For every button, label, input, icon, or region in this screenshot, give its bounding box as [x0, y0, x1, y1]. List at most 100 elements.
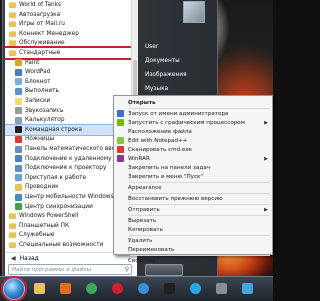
- program-label: Командная строка: [25, 126, 82, 133]
- taskbar-button[interactable]: [212, 280, 230, 297]
- taskbar-button[interactable]: [56, 280, 74, 297]
- app-icon: [15, 87, 22, 95]
- program-label: Игры от Mail.ru: [19, 21, 65, 28]
- menu-item-icon: [117, 164, 124, 171]
- app-icon: [15, 155, 22, 163]
- program-label: Автозагрузка: [19, 11, 61, 18]
- context-menu-item[interactable]: Edit with Notepad++: [114, 136, 272, 145]
- taskbar-button[interactable]: [134, 280, 152, 297]
- context-menu-item[interactable]: Запустить с графическим процессором ▶: [114, 118, 272, 127]
- menu-item-label: Переименовать: [128, 246, 175, 253]
- menu-item-label: Открыть: [128, 99, 156, 106]
- program-folder[interactable]: Обслуживание: [5, 38, 137, 48]
- search-placeholder[interactable]: Найти программы и файлы: [9, 267, 123, 273]
- folder-icon: [9, 232, 16, 239]
- taskbar-button[interactable]: [186, 280, 204, 297]
- context-menu-item[interactable]: Расположение файла: [114, 127, 272, 136]
- program-label: Служебные: [19, 232, 55, 239]
- menu-item-icon: [117, 257, 124, 264]
- zona-icon: [137, 283, 149, 294]
- taskbar-button[interactable]: [238, 280, 256, 297]
- program-folder[interactable]: Игры от Mail.ru: [5, 19, 137, 29]
- submenu-arrow-icon: ▶: [264, 119, 268, 126]
- context-menu-item[interactable]: Свойства: [114, 256, 272, 265]
- app-icon: [15, 97, 22, 105]
- taskbar-button[interactable]: [82, 280, 100, 297]
- folder-icon: [9, 213, 16, 220]
- menu-item-icon: [117, 155, 124, 162]
- media-player-icon: [59, 283, 71, 294]
- folder-icon: [9, 2, 16, 8]
- menu-item-icon: [117, 137, 124, 144]
- program-label: Коннект Менеджер: [19, 30, 79, 37]
- folder-icon: [9, 50, 16, 56]
- taskbar-button[interactable]: [108, 280, 126, 297]
- program-label: Звукозапись: [25, 107, 64, 114]
- app-icon: [15, 145, 22, 153]
- context-menu-item[interactable]: Запуск от имени администратора: [114, 109, 272, 118]
- taskbar-button[interactable]: [160, 280, 178, 297]
- menu-item-icon: [117, 110, 124, 117]
- game-icon: [215, 283, 227, 294]
- context-menu-item[interactable]: Отправить ▶: [114, 205, 272, 214]
- context-menu-item[interactable]: Копировать: [114, 225, 272, 234]
- program-label: Специальные возможности: [19, 242, 104, 248]
- context-menu-item[interactable]: Сканировать cmd.exe: [114, 145, 272, 154]
- menu-item-label: Вырезать: [128, 217, 157, 224]
- submenu-arrow-icon: ▶: [264, 206, 268, 213]
- program-folder[interactable]: Коннект Менеджер: [5, 29, 137, 39]
- context-menu-item[interactable]: Открыть: [114, 98, 272, 107]
- program-item[interactable]: WordPad: [5, 67, 137, 77]
- right-item-user[interactable]: User: [145, 44, 158, 50]
- app-icon: [15, 135, 22, 143]
- start-button[interactable]: [3, 278, 25, 300]
- program-folder[interactable]: World of Tanks: [5, 0, 137, 10]
- skype-icon: [189, 283, 201, 294]
- right-item-documents[interactable]: Документы: [145, 58, 180, 64]
- app-icon: [15, 183, 22, 191]
- menu-item-icon: [117, 119, 124, 126]
- context-menu-item[interactable]: Закрепить в меню "Пуск": [114, 172, 272, 181]
- app-icon: [15, 203, 22, 211]
- right-item-music[interactable]: Музыка: [145, 86, 168, 92]
- user-picture[interactable]: [183, 1, 205, 23]
- program-folder[interactable]: Автозагрузка: [5, 10, 137, 20]
- context-menu-item[interactable]: Appearance: [114, 183, 272, 192]
- program-label: Центр мобильности Windows: [25, 194, 114, 200]
- menu-item-label: Закрепить на панели задач: [128, 164, 211, 171]
- context-menu-item[interactable]: WinRAR ▶: [114, 154, 272, 163]
- shutdown-button[interactable]: [145, 264, 183, 276]
- submenu-arrow-icon: ▶: [264, 155, 268, 162]
- app-icon: [15, 59, 22, 67]
- context-menu-item[interactable]: Закрепить на панели задач: [114, 163, 272, 172]
- program-folder[interactable]: Стандартные: [5, 46, 137, 60]
- menu-item-icon: [117, 128, 124, 135]
- program-label: Подключение к проектору: [25, 165, 107, 172]
- context-menu: Открыть Запуск от имени администратора Зап…: [113, 95, 273, 264]
- back-label: Назад: [19, 254, 39, 262]
- explorer-icon: [33, 283, 45, 294]
- taskbar-button[interactable]: [30, 280, 48, 297]
- program-item[interactable]: Блокнот: [5, 77, 137, 87]
- program-item[interactable]: Paint: [5, 58, 137, 68]
- app-icon: [15, 164, 22, 172]
- context-menu-item[interactable]: Удалить: [114, 236, 272, 245]
- folder-icon: [9, 222, 16, 229]
- program-label: Приступая к работе: [25, 174, 87, 181]
- context-menu-item[interactable]: Переименовать: [114, 245, 272, 254]
- app-icon: [15, 68, 22, 76]
- right-item-pictures[interactable]: Изображения: [145, 72, 187, 78]
- menu-item-label: WinRAR: [128, 155, 150, 162]
- chrome-icon: [85, 283, 97, 294]
- program-label: Записки: [25, 98, 51, 104]
- menu-item-label: Закрепить в меню "Пуск": [128, 173, 204, 180]
- search-icon[interactable]: ⚲: [123, 266, 131, 273]
- app-icon: [15, 126, 22, 134]
- context-menu-item[interactable]: Восстановить прежнюю версию: [114, 194, 272, 203]
- context-menu-item[interactable]: Вырезать: [114, 216, 272, 225]
- program-label: Калькулятор: [25, 117, 65, 124]
- folder-icon: [9, 242, 16, 248]
- search-box[interactable]: Найти программы и файлы ⚲: [8, 264, 132, 275]
- folder-icon: [9, 11, 16, 18]
- program-label: Стандартные: [19, 50, 61, 56]
